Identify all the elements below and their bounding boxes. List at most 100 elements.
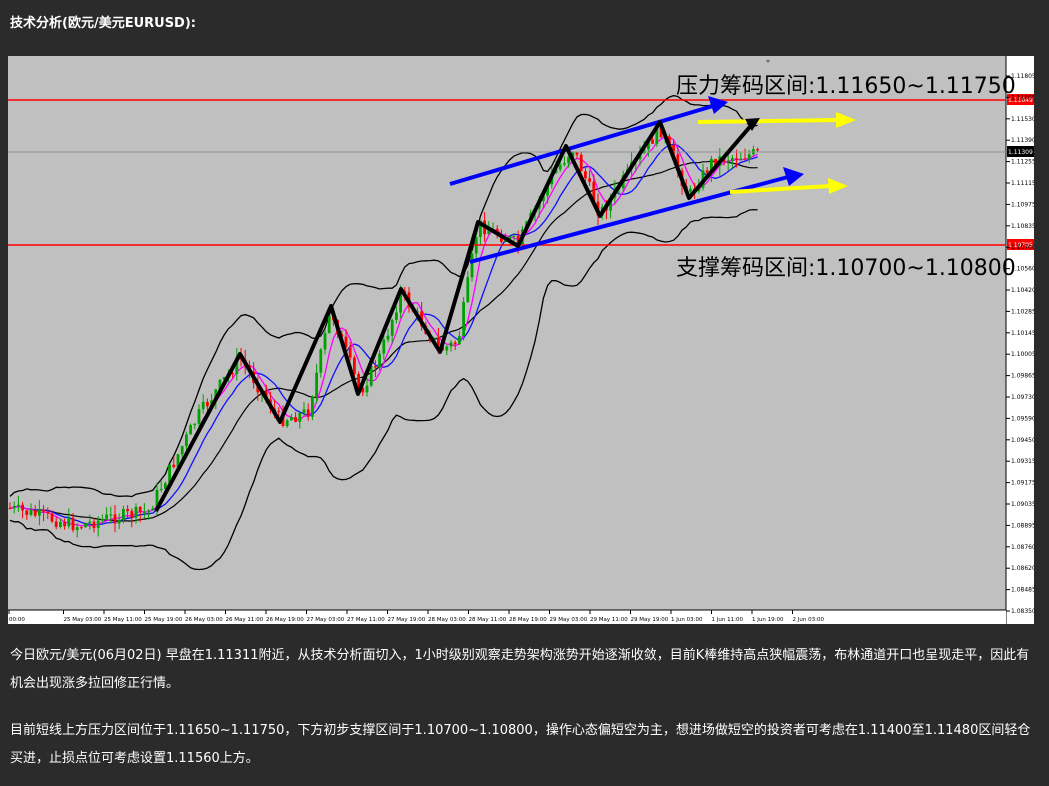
candle-body <box>172 464 176 468</box>
analysis-paragraph-1: 今日欧元/美元(06月02日) 早盘在1.11311附近，从技术分析面切入，1小… <box>10 648 1030 691</box>
candle-body <box>122 509 125 520</box>
price-tick-label: 1.08895 <box>1011 522 1034 529</box>
candle-body <box>323 333 327 350</box>
candle-body <box>374 366 377 368</box>
candle-body <box>386 335 390 340</box>
price-tick-label: 1.08620 <box>1011 565 1034 572</box>
price-tick-label: 1.10975 <box>1011 201 1034 208</box>
candle-body <box>180 446 184 455</box>
candle-body <box>8 508 12 509</box>
price-tick-label: 1.10700 <box>1011 244 1034 251</box>
candle-body <box>88 521 92 524</box>
candle-body <box>80 527 83 529</box>
candle-body <box>185 434 188 447</box>
candle-body <box>138 506 142 513</box>
candle-body <box>33 510 37 516</box>
candle-body <box>75 527 79 531</box>
time-tick-label: 25 May 19:00 <box>145 617 183 623</box>
candle-body <box>126 509 129 512</box>
candle-body <box>726 160 730 163</box>
candle-body <box>747 154 751 160</box>
candle-body <box>563 163 566 165</box>
candle-body <box>588 178 591 182</box>
price-tick-label: 1.09315 <box>1011 458 1034 465</box>
price-tick-label: 1.10285 <box>1011 308 1034 315</box>
candle-body <box>739 158 743 161</box>
price-tick-label: 1.11390 <box>1011 137 1034 144</box>
candle-body <box>735 158 738 161</box>
candle-body <box>134 506 138 518</box>
current-price-text: 1.11309 <box>1008 149 1033 156</box>
time-tick-label: 29 May 11:00 <box>590 617 628 623</box>
candle-body <box>365 385 369 393</box>
time-tick-label: 27 May 11:00 <box>347 617 385 623</box>
time-tick-label: 00:00 <box>9 617 25 623</box>
time-tick-label: 1 Jun 11:00 <box>712 617 744 623</box>
candle-body <box>348 347 352 358</box>
time-tick-label: 2 Jun 03:00 <box>793 617 825 623</box>
price-tick-label: 1.11115 <box>1011 180 1034 187</box>
time-tick-label: 1 Jun 19:00 <box>752 617 784 623</box>
price-tick-label: 1.08350 <box>1011 608 1034 615</box>
time-tick-label: 29 May 19:00 <box>631 617 669 623</box>
price-tick-label: 1.10145 <box>1011 330 1034 337</box>
candle-body <box>470 253 474 278</box>
page-heading: 技术分析(欧元/美元EURUSD): <box>10 16 196 31</box>
candle-body <box>453 342 457 345</box>
candle-body <box>67 517 71 527</box>
price-tick-label: 1.09175 <box>1011 480 1034 487</box>
candle-body <box>390 320 394 336</box>
price-tick-label: 1.09590 <box>1011 415 1034 422</box>
candle-body <box>378 353 381 368</box>
price-tick-label: 1.09865 <box>1011 373 1034 380</box>
candle-body <box>92 521 96 529</box>
candle-body <box>63 521 66 527</box>
time-tick-label: 26 May 03:00 <box>185 617 223 623</box>
candle-body <box>290 417 293 421</box>
candle-body <box>395 312 398 321</box>
candle-body <box>17 504 20 506</box>
candle-body <box>130 511 134 518</box>
price-tick-label: 1.09730 <box>1011 394 1034 401</box>
candle-body <box>143 511 146 513</box>
candle-body <box>101 518 104 521</box>
candle-body <box>579 154 583 172</box>
support-zone-label: 支撑筹码区间:1.10700~1.10800 <box>676 256 1016 281</box>
time-tick-label: 28 May 11:00 <box>469 617 507 623</box>
candle-body <box>25 510 29 515</box>
time-tick-label: 28 May 03:00 <box>428 617 466 623</box>
candle-body <box>42 509 45 512</box>
candle-body <box>731 158 734 161</box>
price-tick-label: 1.09035 <box>1011 501 1034 508</box>
price-tick-label: 1.10005 <box>1011 351 1034 358</box>
candle-body <box>193 423 197 426</box>
candle-body <box>147 510 150 512</box>
time-tick-label: 27 May 03:00 <box>307 617 345 623</box>
price-chart: 1.11649 1.10705 1.11309 1.11805 1.11665 1.… <box>8 56 1034 624</box>
zigzag-path <box>154 120 756 512</box>
candle-body <box>59 521 62 527</box>
candle-body <box>206 401 209 407</box>
time-tick-label: 28 May 19:00 <box>509 617 547 623</box>
candle-body <box>21 504 24 511</box>
candle-body <box>84 523 87 528</box>
candle-body <box>109 514 113 516</box>
candle-body <box>159 488 163 490</box>
candle-body <box>743 158 747 160</box>
resistance-zone-label: 压力筹码区间:1.11650~1.11750 <box>676 74 1016 99</box>
candle-body <box>298 412 302 422</box>
price-tick-label: 1.08485 <box>1011 587 1034 594</box>
candle-body <box>466 277 470 302</box>
candle-body <box>54 521 58 527</box>
candle-body <box>512 235 516 237</box>
price-tick-label: 1.09450 <box>1011 437 1034 444</box>
candle-body <box>96 520 100 529</box>
price-tick-label: 1.08760 <box>1011 544 1034 551</box>
price-tick-label: 1.11530 <box>1011 116 1034 123</box>
candle-body <box>197 409 201 424</box>
candle-body <box>285 420 289 427</box>
candle-body <box>117 519 121 524</box>
candle-body <box>689 188 692 192</box>
candle-body <box>311 397 314 417</box>
candle-body <box>445 346 449 351</box>
